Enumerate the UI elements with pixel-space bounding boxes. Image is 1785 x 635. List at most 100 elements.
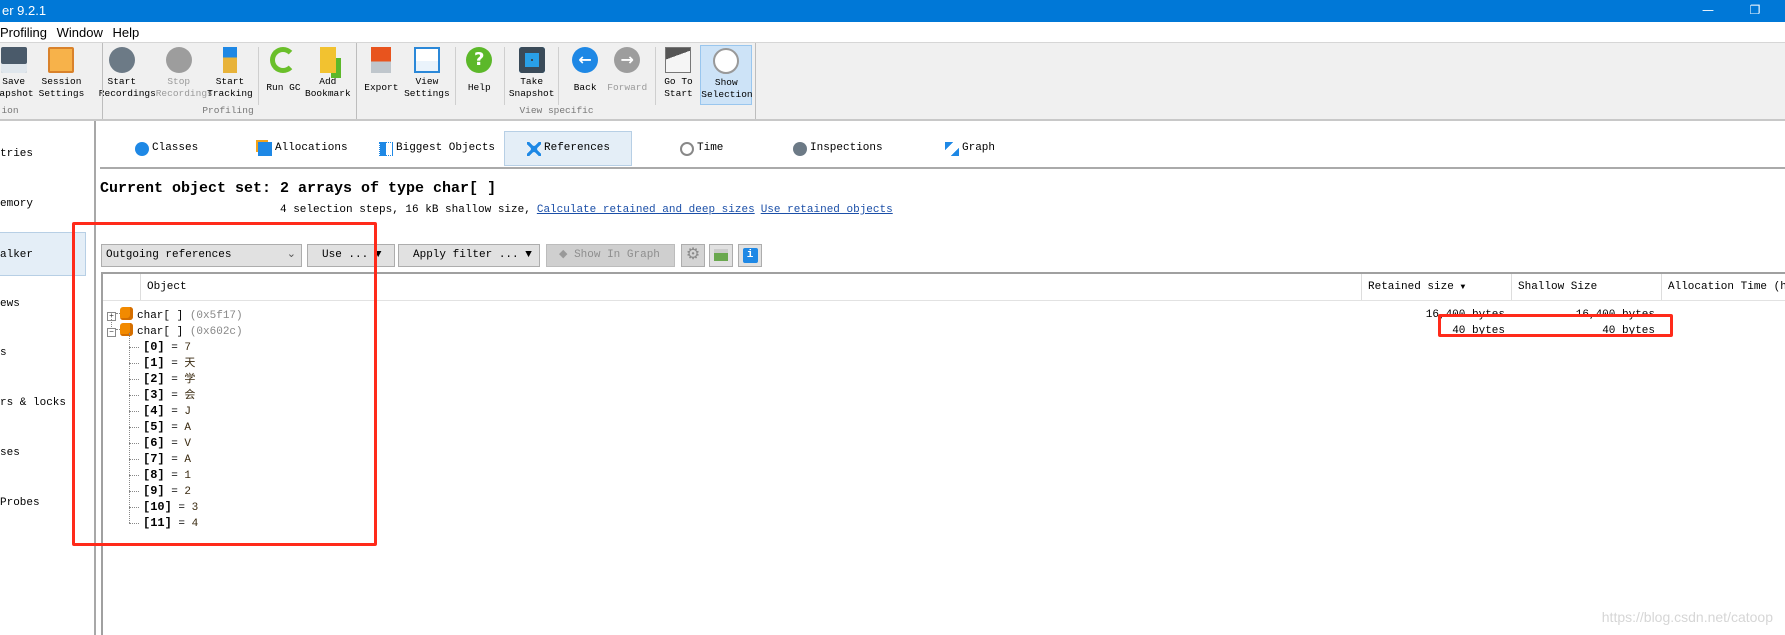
- info-button[interactable]: i: [738, 244, 762, 267]
- clock-icon: [680, 141, 694, 156]
- menu-window[interactable]: Window: [57, 25, 103, 40]
- back-arrow-icon: ←: [572, 47, 599, 73]
- button-label: napshot: [0, 88, 34, 99]
- toolbar-group-label: ion: [1, 105, 19, 116]
- home-icon: [665, 47, 692, 73]
- button-label: Start: [664, 88, 693, 99]
- dropdown-arrow-icon: ▼: [525, 249, 532, 261]
- graph-icon: ◆: [559, 249, 568, 261]
- take-snapshot-button[interactable]: Take Snapshot: [509, 45, 555, 105]
- button-label: Stop: [167, 76, 191, 87]
- session-settings-button[interactable]: Session Settings: [38, 45, 84, 105]
- bookmark-add-icon: [319, 47, 336, 73]
- selection-steps-text: 4 selection steps, 16 kB shallow size,: [280, 204, 531, 216]
- retained-size-label: Retained size: [1368, 281, 1454, 293]
- toolbar-separator: [504, 47, 506, 105]
- forward-button[interactable]: → Forward: [604, 45, 650, 105]
- toolbar-separator: [654, 47, 656, 105]
- export-arrow-icon: [371, 47, 392, 73]
- column-header-retained-size[interactable]: Retained size ▼: [1361, 274, 1511, 300]
- apply-filter-label: Apply filter ...: [413, 249, 519, 261]
- show-in-graph-label: Show In Graph: [574, 249, 660, 261]
- tab-label: Allocations: [275, 142, 348, 154]
- export-view-button[interactable]: [709, 244, 733, 267]
- annotation-highlight-sizes: [1438, 314, 1673, 337]
- button-label: Tracking: [207, 88, 253, 99]
- maximize-button[interactable]: ❐: [1740, 0, 1770, 22]
- export-button[interactable]: Export: [358, 45, 404, 105]
- tab-label: Graph: [962, 142, 996, 154]
- sidebar-item[interactable]: emory: [0, 182, 94, 226]
- sidebar-item[interactable]: tries: [0, 132, 94, 176]
- button-label: Go To: [664, 76, 693, 87]
- help-button[interactable]: ? Help: [456, 45, 502, 105]
- page-title: Current object set: 2 arrays of type cha…: [100, 180, 497, 197]
- go-to-start-button[interactable]: Go To Start: [655, 45, 701, 105]
- button-label: Help: [467, 82, 491, 93]
- menu-help[interactable]: Help: [112, 25, 139, 40]
- button-label: Add: [319, 76, 337, 87]
- tab-inspections[interactable]: Inspections: [793, 131, 883, 166]
- column-header-allocation-time[interactable]: Allocation Time (h:m: [1661, 274, 1785, 300]
- toolbar-group-label: View specific: [519, 105, 594, 116]
- button-label: Show: [714, 77, 738, 88]
- stop-recordings-button[interactable]: Stop Recordings: [156, 45, 213, 105]
- show-in-graph-button[interactable]: ◆ Show In Graph: [546, 244, 675, 267]
- button-label: Start: [215, 76, 245, 87]
- references-icon: [527, 141, 541, 156]
- toolbar-group-label: Profiling: [202, 105, 254, 116]
- minimize-button[interactable]: —: [1693, 0, 1723, 22]
- clock-selection-icon: [713, 48, 740, 74]
- settings-button[interactable]: ⚙: [681, 244, 705, 267]
- info-icon: i: [742, 248, 758, 263]
- button-label: Session: [41, 76, 82, 87]
- window-title: er 9.2.1: [2, 3, 47, 18]
- start-recordings-button[interactable]: Start Recordings: [99, 45, 156, 105]
- clipboard-icon: [48, 47, 75, 73]
- apply-filter-button[interactable]: Apply filter ... ▼: [398, 244, 540, 267]
- button-label: Snapshot: [508, 88, 555, 99]
- button-label: Bookmark: [305, 88, 351, 99]
- button-label: Back: [573, 82, 597, 93]
- tab-label: Inspections: [810, 142, 883, 154]
- printer-icon: [714, 249, 728, 261]
- calculate-retained-link[interactable]: Calculate retained and deep sizes: [537, 204, 755, 216]
- add-bookmark-button[interactable]: Add Bookmark: [305, 45, 351, 105]
- column-header-shallow-size[interactable]: Shallow Size: [1511, 274, 1661, 300]
- show-selection-button[interactable]: Show Selection: [700, 45, 753, 105]
- camera-icon: [518, 47, 545, 73]
- forward-arrow-icon: →: [614, 47, 641, 73]
- tab-references[interactable]: References: [504, 131, 632, 166]
- use-retained-objects-link[interactable]: Use retained objects: [761, 204, 893, 216]
- help-icon: ?: [466, 47, 493, 73]
- class-c-icon: [135, 141, 149, 156]
- start-tracking-button[interactable]: Start Tracking: [207, 45, 253, 105]
- graph-icon: [945, 141, 959, 156]
- watermark: https://blog.csdn.net/catoop: [1601, 609, 1773, 625]
- button-label: Forward: [607, 82, 648, 93]
- tab-graph[interactable]: Graph: [945, 131, 995, 166]
- allocations-icon: [258, 141, 272, 156]
- signpost-icon: [222, 47, 237, 73]
- run-gc-button[interactable]: Run GC: [260, 45, 306, 105]
- tab-classes[interactable]: Classes: [135, 131, 198, 166]
- tab-biggest-objects[interactable]: Biggest Objects: [379, 131, 495, 166]
- tab-label: Time: [697, 142, 724, 154]
- floppy-icon: [0, 47, 27, 73]
- back-button[interactable]: ← Back: [562, 45, 608, 105]
- sort-desc-icon: ▼: [1460, 283, 1466, 292]
- menu-bar: Profiling Window Help: [0, 22, 1785, 43]
- title-bar: er 9.2.1: [0, 0, 1785, 22]
- button-label: Save: [2, 76, 26, 87]
- view-settings-button[interactable]: View Settings: [404, 45, 450, 105]
- save-napshot-button[interactable]: Savenapshot: [0, 45, 37, 105]
- toolbar: SavenapshotSessionSettingsStartRecording…: [0, 43, 1785, 121]
- button-label: Export: [364, 82, 399, 93]
- film-reel-play-icon: [108, 47, 135, 73]
- toolbar-separator: [258, 47, 260, 105]
- biggest-objects-icon: [379, 141, 393, 156]
- tab-allocations[interactable]: Allocations: [258, 131, 348, 166]
- menu-profiling[interactable]: Profiling: [0, 25, 47, 40]
- tab-time[interactable]: Time: [680, 131, 723, 166]
- toolbar-separator: [557, 47, 559, 105]
